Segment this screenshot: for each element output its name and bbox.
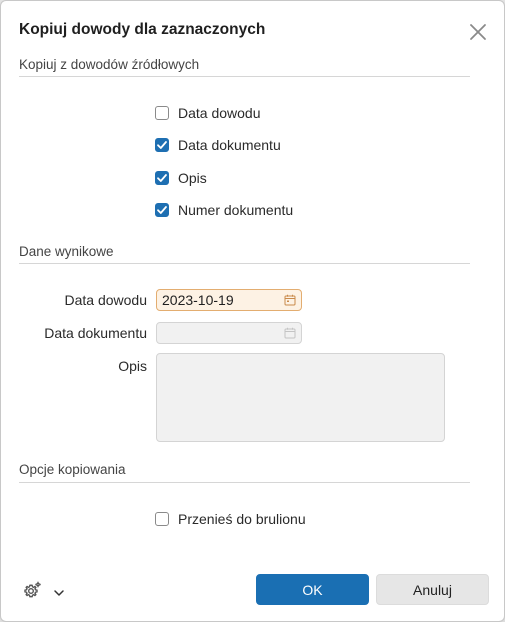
checkbox-box[interactable]: [155, 203, 169, 217]
data-dowodu-label: Data dowodu: [64, 292, 147, 308]
dialog-title: Kopiuj dowody dla zaznaczonych: [19, 21, 266, 38]
opis-label: Opis: [118, 358, 147, 374]
checkbox-label: Data dowodu: [178, 105, 261, 121]
checkbox-label: Numer dokumentu: [178, 202, 294, 218]
data-dowodu-input[interactable]: 2023-10-19: [156, 289, 302, 311]
copy-documents-dialog: Kopiuj dowody dla zaznaczonych Kopiuj z …: [0, 0, 505, 622]
checkbox-box[interactable]: [155, 138, 169, 152]
checkbox-data-dokumentu[interactable]: Data dokumentu: [155, 136, 281, 154]
copy-options-title: Opcje kopiowania: [19, 462, 126, 477]
checkbox-opis[interactable]: Opis: [155, 169, 207, 187]
checkmark-icon: [157, 174, 167, 182]
settings-dropdown[interactable]: [53, 585, 65, 596]
checkbox-box[interactable]: [155, 106, 169, 120]
checkbox-label: Data dokumentu: [178, 137, 281, 153]
opis-textarea[interactable]: [156, 353, 445, 442]
section-divider: [19, 76, 470, 77]
gear-icon: [24, 581, 41, 598]
chevron-down-icon: [54, 590, 64, 596]
calendar-icon[interactable]: [284, 294, 296, 306]
checkbox-data-dowodu[interactable]: Data dowodu: [155, 104, 261, 122]
close-icon: [470, 24, 486, 40]
checkbox-label: Opis: [178, 170, 207, 186]
ok-button[interactable]: OK: [256, 574, 369, 605]
checkbox-box[interactable]: [155, 171, 169, 185]
checkmark-icon: [157, 141, 167, 149]
section-divider: [19, 263, 470, 264]
source-section-title: Kopiuj z dowodów źródłowych: [19, 57, 200, 72]
section-divider: [19, 482, 470, 483]
calendar-icon: [284, 327, 296, 339]
close-button[interactable]: [467, 21, 489, 43]
checkbox-label: Przenieś do brulionu: [178, 511, 306, 527]
data-dokumentu-label: Data dokumentu: [44, 325, 147, 341]
cancel-button[interactable]: Anuluj: [376, 574, 489, 605]
checkbox-box[interactable]: [155, 512, 169, 526]
settings-button[interactable]: [23, 580, 43, 600]
checkbox-numer-dokumentu[interactable]: Numer dokumentu: [155, 201, 293, 219]
data-dokumentu-input[interactable]: [156, 322, 302, 344]
checkbox-przenies-do-brulionu[interactable]: Przenieś do brulionu: [155, 510, 306, 528]
checkmark-icon: [157, 206, 167, 214]
data-dowodu-value: 2023-10-19: [162, 292, 234, 308]
result-section-title: Dane wynikowe: [19, 244, 114, 259]
